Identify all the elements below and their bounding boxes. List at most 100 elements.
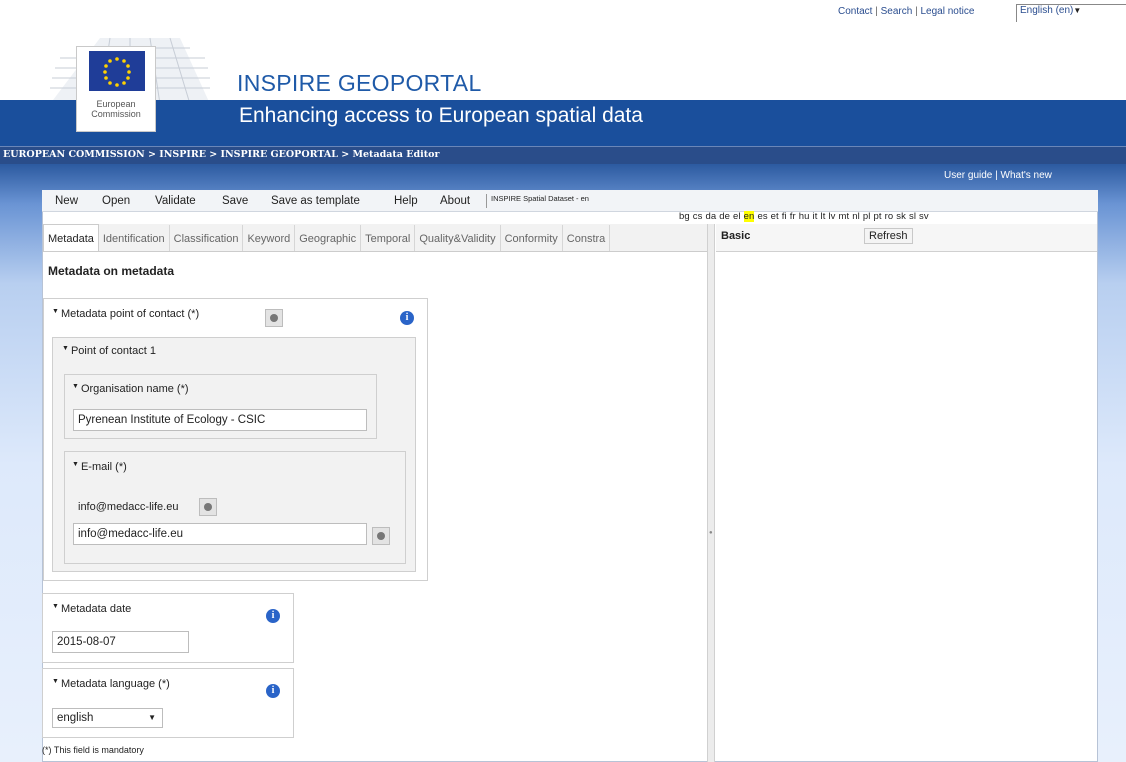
language-code-ro[interactable]: ro [885, 211, 894, 222]
triangle-down-icon: ▼ [62, 345, 69, 352]
user-links: User guide | What's new [944, 170, 1052, 181]
info-icon[interactable]: i [266, 684, 280, 698]
language-select-value: English (en) [1020, 5, 1074, 16]
email-label[interactable]: ▼ E-mail (*) [72, 461, 127, 473]
preview-header: Basic Refresh [716, 224, 1097, 252]
poc-label[interactable]: ▼ Point of contact 1 [62, 345, 156, 357]
chevron-down-icon: ▼ [1073, 6, 1082, 15]
tab-metadata[interactable]: Metadata [43, 224, 99, 251]
logo-text-line-2: Commission [91, 109, 141, 119]
menu-about[interactable]: About [440, 195, 470, 207]
menu-save-as-template[interactable]: Save as template [271, 195, 360, 207]
triangle-down-icon: ▼ [72, 461, 79, 468]
tab-identification[interactable]: Identification [99, 225, 170, 251]
language-code-en[interactable]: en [743, 211, 755, 222]
search-link[interactable]: Search [881, 6, 913, 17]
language-codes: bg cs da de el en es et fi fr hu it lt lv mt nl pl pt ro sk… [679, 211, 932, 222]
email-input[interactable]: info@medacc-life.eu [73, 523, 367, 545]
breadcrumb: EUROPEAN COMMISSION > INSPIRE > INSPIRE … [3, 149, 440, 160]
menu-validate[interactable]: Validate [155, 195, 196, 207]
tab-conformity[interactable]: Conformity [501, 225, 563, 251]
add-contact-button[interactable] [265, 309, 283, 327]
contact-label[interactable]: ▼ Metadata point of contact (*) [52, 308, 199, 320]
logo-text: European Commission [77, 99, 155, 119]
whats-new-link[interactable]: What's new [1001, 170, 1052, 181]
language-code-bg[interactable]: bg [679, 211, 690, 222]
language-code-lv[interactable]: lv [828, 211, 835, 222]
info-icon[interactable]: i [266, 609, 280, 623]
language-code-pl[interactable]: pl [863, 211, 871, 222]
user-guide-link[interactable]: User guide [944, 170, 992, 181]
organisation-name-input[interactable]: Pyrenean Institute of Ecology - CSIC [73, 409, 367, 431]
site-title: INSPIRE GEOPORTAL [237, 70, 482, 96]
language-code-it[interactable]: it [813, 211, 818, 222]
language-label[interactable]: ▼ Metadata language (*) [52, 678, 170, 690]
remove-email-button[interactable] [199, 498, 217, 516]
site-subtitle: Enhancing access to European spatial dat… [239, 104, 643, 127]
section-title: Metadata on metadata [48, 264, 175, 278]
menu-open[interactable]: Open [102, 195, 130, 207]
triangle-down-icon: ▼ [52, 678, 59, 685]
language-code-et[interactable]: et [771, 211, 779, 222]
language-code-mt[interactable]: mt [839, 211, 850, 222]
language-code-de[interactable]: de [719, 211, 730, 222]
basic-label: Basic [721, 230, 751, 242]
contact-label-text: Metadata point of contact (*) [60, 308, 200, 320]
menu-bar: New Open Validate Save Save as template … [42, 190, 1098, 212]
language-code-es[interactable]: es [757, 211, 767, 222]
language-code-da[interactable]: da [705, 211, 716, 222]
triangle-down-icon: ▼ [72, 383, 79, 390]
breadcrumb-bar: EUROPEAN COMMISSION > INSPIRE > INSPIRE … [0, 146, 1126, 164]
menu-save[interactable]: Save [222, 195, 248, 207]
grip-icon: ● [709, 530, 713, 536]
language-code-hu[interactable]: hu [799, 211, 810, 222]
language-code-fr[interactable]: fr [790, 211, 796, 222]
language-code-nl[interactable]: nl [852, 211, 860, 222]
language-code-lt[interactable]: lt [821, 211, 826, 222]
triangle-down-icon: ▼ [52, 603, 59, 610]
language-code-sk[interactable]: sk [896, 211, 906, 222]
date-label-text: Metadata date [60, 603, 132, 615]
refresh-button[interactable]: Refresh [864, 228, 913, 244]
top-links: Contact | Search | Legal notice [838, 6, 974, 17]
logo-text-line-1: European [96, 99, 136, 109]
info-icon[interactable]: i [400, 311, 414, 325]
ec-logo[interactable]: European Commission [76, 46, 156, 132]
language-code-el[interactable]: el [733, 211, 741, 222]
menu-help[interactable]: Help [394, 195, 418, 207]
panel-splitter[interactable]: ● [707, 224, 715, 762]
metadata-language-value: english [57, 712, 94, 724]
language-code-sv[interactable]: sv [919, 211, 929, 222]
language-label-text: Metadata language (*) [60, 678, 170, 690]
tab-bar: Metadata Identification Classification Keyw… [43, 224, 707, 252]
org-label[interactable]: ▼ Organisation name (*) [72, 383, 189, 395]
mandatory-note: (*) This field is mandatory [42, 745, 144, 755]
poc-label-text: Point of contact 1 [70, 345, 156, 357]
metadata-date-input[interactable]: 2015-08-07 [52, 631, 189, 653]
menu-new[interactable]: New [55, 195, 78, 207]
language-code-fi[interactable]: fi [782, 211, 787, 222]
separator: | [872, 6, 881, 17]
contact-link[interactable]: Contact [838, 6, 872, 17]
language-code-pt[interactable]: pt [874, 211, 882, 222]
metadata-language-select[interactable]: english ▼ [52, 708, 163, 728]
eu-flag-icon [89, 51, 145, 91]
tab-classification[interactable]: Classification [170, 225, 244, 251]
tab-geographic[interactable]: Geographic [295, 225, 362, 251]
tab-constra[interactable]: Constra [563, 225, 611, 251]
language-code-sl[interactable]: sl [909, 211, 916, 222]
tab-qualityvalidity[interactable]: Quality&Validity [415, 225, 501, 251]
template-name: INSPIRE Spatial Dataset - en [486, 194, 589, 208]
tab-temporal[interactable]: Temporal [361, 225, 416, 251]
separator: | [992, 170, 1001, 181]
chevron-down-icon: ▼ [148, 713, 156, 722]
tab-keyword[interactable]: Keyword [243, 225, 296, 251]
email-listed-value: info@medacc-life.eu [78, 501, 179, 513]
add-email-button[interactable] [372, 527, 390, 545]
date-label[interactable]: ▼ Metadata date [52, 603, 131, 615]
triangle-down-icon: ▼ [52, 308, 59, 315]
legal-notice-link[interactable]: Legal notice [920, 6, 974, 17]
org-label-text: Organisation name (*) [80, 383, 189, 395]
language-select[interactable]: English (en)▼ [1016, 4, 1126, 22]
language-code-cs[interactable]: cs [693, 211, 703, 222]
